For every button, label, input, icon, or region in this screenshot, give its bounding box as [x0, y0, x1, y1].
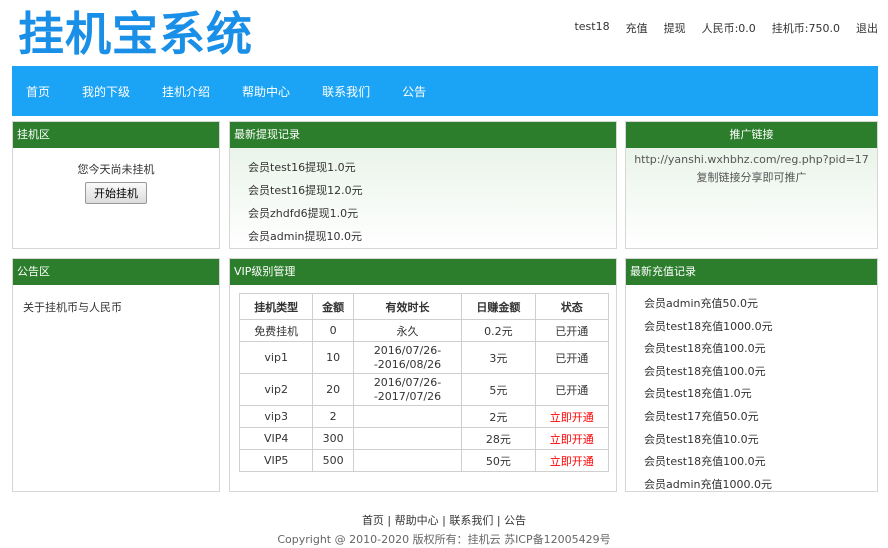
vip-amount: 500: [312, 449, 354, 472]
list-item: 会员test17充值50.0元: [644, 409, 759, 423]
vip-daily: 50元: [461, 449, 536, 472]
vip-status: 已开通: [534, 373, 610, 406]
list-item: 会员admin充值50.0元: [644, 297, 758, 310]
user-bar: test18 充值 提现 人民币:0.0 挂机币:750.0 退出: [558, 20, 878, 36]
logout-link[interactable]: 退出: [856, 22, 878, 35]
list-item: 会员test18充值1000.0元: [644, 319, 773, 333]
vip-amount: 20: [312, 373, 354, 406]
list-item: 会员zhdfd6提现1.0元: [248, 207, 359, 220]
list-item: 会员test16提现1.0元: [248, 161, 356, 174]
vip-duration: 永久: [352, 319, 463, 342]
vip-type: 免费挂机: [238, 319, 314, 342]
nav-contact-us[interactable]: 联系我们: [322, 83, 370, 100]
withdraw-link[interactable]: 提现: [664, 22, 686, 35]
nav-announcements[interactable]: 公告: [402, 83, 426, 100]
vip-duration: [352, 449, 463, 472]
vip-panel-title: VIP级别管理: [230, 259, 616, 285]
footer-copyright: Copyright @ 2010-2020 版权所有：挂机云 苏ICP备1200…: [277, 533, 611, 546]
promo-panel-title: 推广链接: [626, 122, 877, 148]
vip-amount: 2: [312, 405, 354, 428]
footer-link-announcements[interactable]: 公告: [504, 514, 526, 527]
rmb-balance: 人民币:0.0: [701, 22, 756, 35]
list-item: 会员test18充值100.0元: [644, 455, 766, 469]
table-row: 免费挂机 0 永久 0.2元 已开通: [238, 319, 610, 342]
table-header: 有效时长: [352, 293, 463, 320]
promo-url[interactable]: http://yanshi.wxhbhz.com/reg.php?pid=17: [626, 152, 877, 168]
nav-help-center[interactable]: 帮助中心: [242, 83, 290, 100]
table-header: 状态: [534, 293, 610, 320]
vip-status: 已开通: [534, 319, 610, 342]
announcement-panel-title: 公告区: [13, 259, 219, 285]
vip-table: 挂机类型 金额 有效时长 日赚金额 状态 免费挂机 0 永久 0.2元 已开通 …: [238, 293, 610, 472]
vip-type: vip2: [238, 373, 314, 406]
list-item: 会员test18充值1.0元: [644, 387, 752, 401]
table-header: 挂机类型: [238, 293, 314, 320]
recharge-records-list: 会员admin充值50.0元 会员test18充值1000.0元 会员test1…: [626, 285, 877, 496]
vip-type: VIP4: [238, 427, 314, 450]
username: test18: [574, 20, 610, 33]
vip-duration: 2016/07/26- -2017/07/26: [352, 373, 463, 406]
table-row: vip2 20 2016/07/26- -2017/07/26 5元 已开通: [238, 373, 610, 406]
withdraw-records-list: 会员test16提现1.0元 会员test16提现12.0元 会员zhdfd6提…: [230, 148, 616, 248]
footer-link-help[interactable]: 帮助中心: [395, 514, 439, 527]
list-item: 会员admin充值1000.0元: [644, 477, 772, 491]
vip-duration: 2016/07/26- -2016/08/26: [352, 341, 463, 374]
activate-vip5-link[interactable]: 立即开通: [534, 449, 610, 472]
vip-amount: 0: [312, 319, 354, 342]
vip-daily: 0.2元: [461, 319, 536, 342]
footer-link-home[interactable]: 首页: [362, 514, 384, 527]
vip-type: vip3: [238, 405, 314, 428]
table-row: VIP4 300 28元 立即开通: [238, 427, 610, 450]
withdraw-records-title: 最新提现记录: [230, 122, 616, 148]
nav-home[interactable]: 首页: [26, 83, 50, 100]
vip-type: VIP5: [238, 449, 314, 472]
recharge-link[interactable]: 充值: [626, 22, 648, 35]
table-row: vip3 2 2元 立即开通: [238, 405, 610, 428]
vip-daily: 2元: [461, 405, 536, 428]
table-row: VIP5 500 50元 立即开通: [238, 449, 610, 472]
vip-daily: 3元: [461, 341, 536, 374]
withdraw-records-panel: 最新提现记录 会员test16提现1.0元 会员test16提现12.0元 会员…: [229, 121, 617, 249]
list-item: 会员test18充值100.0元: [644, 342, 766, 356]
footer-links: 首页 | 帮助中心 | 联系我们 | 公告: [361, 514, 527, 527]
list-item: 会员test16提现12.0元: [248, 184, 363, 197]
recharge-records-panel: 最新充值记录 会员admin充值50.0元 会员test18充值1000.0元 …: [625, 258, 878, 492]
vip-amount: 10: [312, 341, 354, 374]
vip-type: vip1: [238, 341, 314, 374]
vip-status: 已开通: [534, 341, 610, 374]
announcement-panel: 公告区 关于挂机币与人民币: [12, 258, 220, 492]
table-header: 金额: [312, 293, 354, 320]
nav-hangup-intro[interactable]: 挂机介绍: [162, 83, 210, 100]
vip-amount: 300: [312, 427, 354, 450]
coin-balance: 挂机币:750.0: [771, 22, 840, 35]
promo-hint: 复制链接分享即可推广: [696, 171, 807, 184]
nav-subordinates[interactable]: 我的下级: [82, 83, 130, 100]
table-row: vip1 10 2016/07/26- -2016/08/26 3元 已开通: [238, 341, 610, 374]
vip-daily: 5元: [461, 373, 536, 406]
list-item: 会员admin提现10.0元: [248, 230, 362, 243]
promo-panel: 推广链接 http://yanshi.wxhbhz.com/reg.php?pi…: [625, 121, 878, 249]
vip-duration: [352, 405, 463, 428]
main-nav: 首页 我的下级 挂机介绍 帮助中心 联系我们 公告: [12, 66, 878, 116]
list-item: 会员test18充值100.0元: [644, 364, 766, 378]
vip-daily: 28元: [461, 427, 536, 450]
hangup-panel: 挂机区 您今天尚未挂机 开始挂机: [12, 121, 220, 249]
activate-vip4-link[interactable]: 立即开通: [534, 427, 610, 450]
announcement-item[interactable]: 关于挂机币与人民币: [23, 301, 122, 314]
start-hangup-button[interactable]: 开始挂机: [85, 182, 147, 204]
activate-vip3-link[interactable]: 立即开通: [534, 405, 610, 428]
table-header: 日赚金额: [461, 293, 536, 320]
vip-duration: [352, 427, 463, 450]
vip-panel: VIP级别管理 挂机类型 金额 有效时长 日赚金额 状态 免费挂机 0 永久 0…: [229, 258, 617, 492]
site-logo: 挂机宝系统: [18, 7, 253, 61]
footer-link-contact[interactable]: 联系我们: [449, 514, 493, 527]
recharge-records-title: 最新充值记录: [626, 259, 877, 285]
hangup-panel-title: 挂机区: [13, 122, 219, 148]
list-item: 会员test18充值10.0元: [644, 432, 759, 446]
hangup-status-message: 您今天尚未挂机: [77, 163, 155, 176]
